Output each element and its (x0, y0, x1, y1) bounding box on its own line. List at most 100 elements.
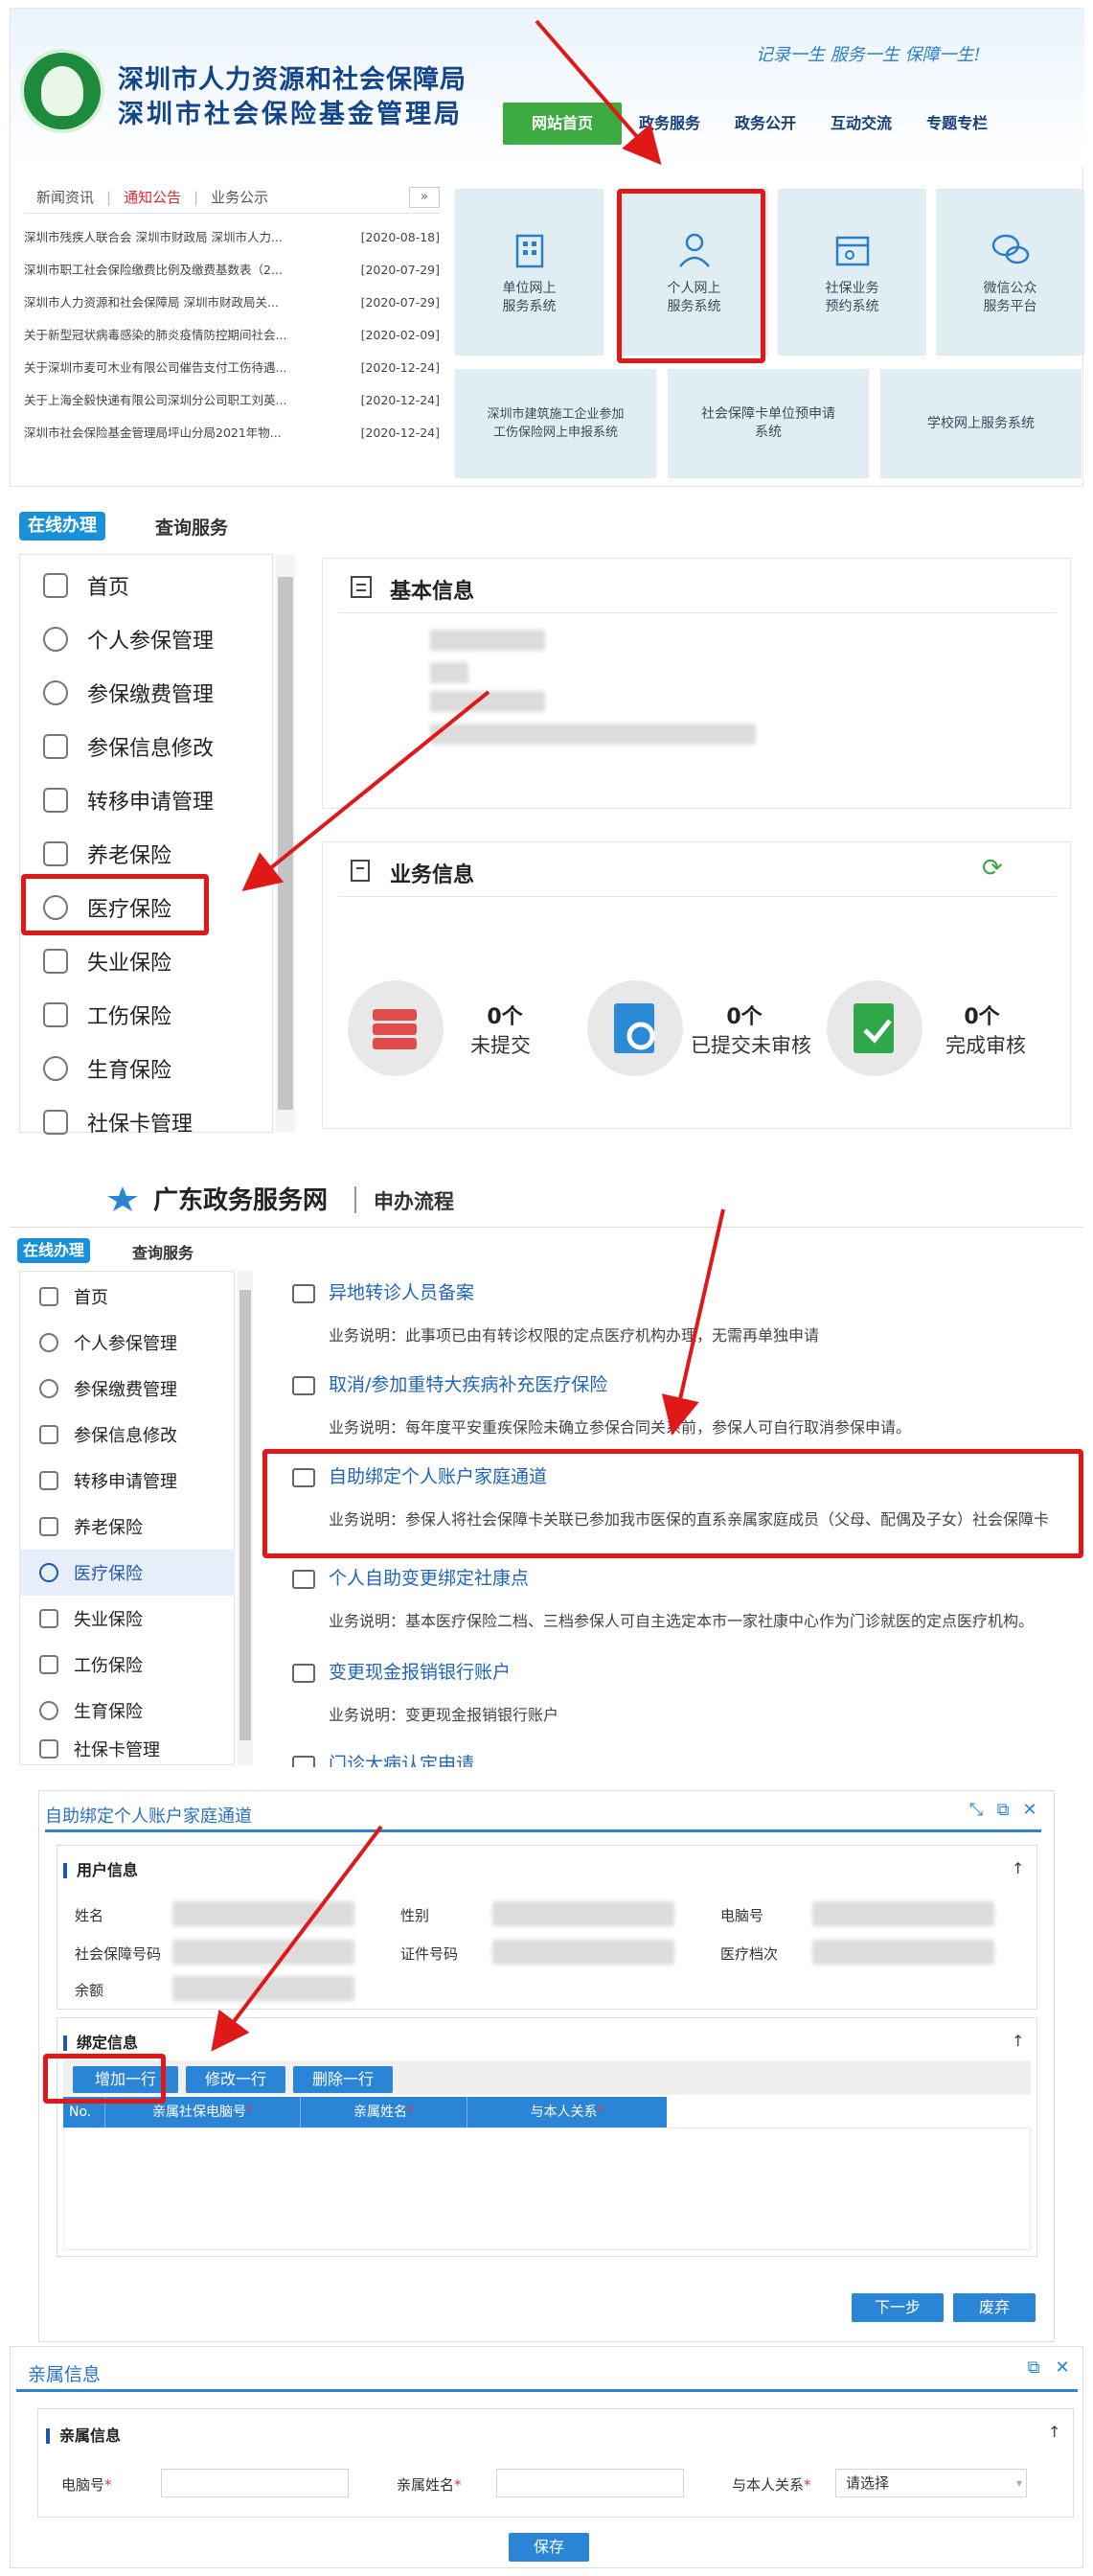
tile-unit-service[interactable]: 单位网上 服务系统 (455, 189, 603, 356)
tab-online[interactable]: 在线办理 (19, 512, 105, 540)
list-item[interactable]: 深圳市职工社会保险缴费比例及缴费基数表（2... [2020-07-29] (24, 254, 440, 287)
sidebar-scrollbar[interactable] (276, 554, 295, 1133)
relative-name-input[interactable] (496, 2469, 684, 2497)
service-title-link[interactable]: 自助绑定个人账户家庭通道 (329, 1462, 547, 1488)
list-item[interactable]: 关于新型冠状病毒感染的肺炎疫情防控期间社会... [2020-02-09] (24, 319, 440, 352)
service-title-link[interactable]: 异地转诊人员备案 (329, 1278, 474, 1304)
tab-news[interactable]: 新闻资讯 (24, 187, 106, 207)
col-no[interactable]: No. (63, 2097, 105, 2128)
col-relative-name[interactable]: 亲属姓名* (301, 2097, 467, 2128)
divider (354, 1186, 356, 1213)
refresh-icon[interactable]: ⟳ (982, 854, 1003, 883)
card-icon (43, 1110, 68, 1135)
more-news-button[interactable]: » (409, 187, 440, 208)
tile-label: 预约系统 (825, 299, 879, 314)
abandon-button[interactable]: 废弃 (953, 2293, 1036, 2322)
tab-notices[interactable]: 通知公告 (111, 187, 194, 207)
service-item-family-binding[interactable]: 自助绑定个人账户家庭通道 业务说明：参保人将社会保障卡关联已参加我市医保的直系亲… (273, 1457, 1083, 1552)
next-step-button[interactable]: 下一步 (852, 2293, 944, 2322)
window-title-bar (16, 2389, 1078, 2392)
scrollbar-thumb[interactable] (278, 577, 293, 1110)
sidebar-item-card[interactable]: 社保卡管理 (20, 1734, 235, 1764)
close-icon[interactable]: ✕ (1053, 2358, 1072, 2378)
service-item[interactable]: 取消/参加重特大疾病补充医疗保险 业务说明：每年度平安重疾保险未确立参保合同关系… (273, 1365, 1083, 1460)
list-item[interactable]: 深圳市人力资源和社会保障局 深圳市财政局关... [2020-07-29] (24, 287, 440, 319)
nav-gov-open[interactable]: 政务公开 (717, 103, 813, 145)
sidebar-item-medical[interactable]: 医疗保险 (20, 881, 260, 934)
list-item[interactable]: 关于深圳市麦可木业有限公司催告支付工伤待遇... [2020-12-24] (24, 352, 440, 384)
popout-icon[interactable]: ⧉ (1024, 2358, 1043, 2378)
sidebar-item-maternity[interactable]: 生育保险 (20, 1688, 235, 1734)
sidebar-item-info-edit[interactable]: 参保信息修改 (20, 1412, 235, 1458)
tile-ssc-unit-apply[interactable]: 社会保障卡单位预申请 系统 (668, 369, 869, 478)
save-button[interactable]: 保存 (509, 2533, 589, 2562)
sidebar-item-transfer[interactable]: 转移申请管理 (20, 1458, 235, 1504)
divider (338, 896, 1057, 897)
edit-row-button[interactable]: 修改一行 (186, 2066, 285, 2093)
service-title-link[interactable]: 取消/参加重特大疾病补充医疗保险 (329, 1370, 607, 1396)
sidebar-item-card[interactable]: 社保卡管理 (20, 1095, 260, 1149)
service-item[interactable]: 变更现金报销银行账户 业务说明：变更现金报销银行账户 (273, 1652, 1083, 1748)
nav-interaction[interactable]: 互动交流 (813, 103, 909, 145)
tab-bulletins[interactable]: 业务公示 (198, 187, 281, 207)
scrollbar-thumb[interactable] (239, 1290, 251, 1740)
collapse-arrow-icon[interactable]: ↑ (1048, 2423, 1060, 2441)
collapse-arrow-icon[interactable]: ↑ (1012, 2032, 1024, 2050)
sidebar-item-home[interactable]: 首页 (20, 559, 260, 612)
pending-review-icon (587, 980, 683, 1076)
service-item[interactable]: 个人自助变更绑定社康点 业务说明：基本医疗保险二档、三档参保人可自主选定本市一家… (273, 1558, 1083, 1654)
tile-personal-service[interactable]: 个人网上 服务系统 (620, 189, 768, 356)
cert-no-label: 证件号码 (400, 1945, 459, 1963)
relation-select[interactable]: 请选择 ▾ (835, 2469, 1027, 2497)
tab-online[interactable]: 在线办理 (17, 1238, 90, 1263)
list-item[interactable]: 关于上海全毅快递有限公司深圳分公司职工刘英... [2020-12-24] (24, 384, 440, 417)
service-item[interactable]: 异地转诊人员备案 业务说明：此事项已由有转诊权限的定点医疗机构办理，无需再单独申… (273, 1273, 1083, 1368)
service-item[interactable]: 门诊大病认定申请 (273, 1744, 1083, 1767)
service-title-link[interactable]: 个人自助变更绑定社康点 (329, 1564, 529, 1590)
sidebar-item-unemployment[interactable]: 失业保险 (20, 1596, 235, 1642)
sidebar-item-pension[interactable]: 养老保险 (20, 1504, 235, 1550)
sidebar-item-personal[interactable]: 个人参保管理 (20, 1320, 235, 1366)
collapse-window-icon[interactable]: ⤡ (967, 1801, 986, 1820)
sidebar-item-injury[interactable]: 工伤保险 (20, 988, 260, 1042)
popout-icon[interactable]: ⧉ (993, 1801, 1013, 1820)
collapse-arrow-icon[interactable]: ↑ (1012, 1859, 1024, 1877)
tab-query[interactable]: 查询服务 (155, 514, 228, 540)
close-icon[interactable]: ✕ (1020, 1801, 1039, 1820)
sidebar-item-medical[interactable]: 医疗保险 (20, 1550, 235, 1596)
sidebar-item-payment[interactable]: 参保缴费管理 (20, 1366, 235, 1412)
service-title-link[interactable]: 变更现金报销银行账户 (329, 1658, 511, 1684)
service-desc: 业务说明：变更现金报销银行账户 (329, 1706, 559, 1724)
tab-query[interactable]: 查询服务 (132, 1240, 194, 1263)
tile-wechat[interactable]: 微信公众 服务平台 (936, 189, 1084, 356)
sidebar-item-label: 医疗保险 (87, 898, 172, 922)
sidebar-scrollbar[interactable] (238, 1271, 253, 1765)
sidebar-item-home[interactable]: 首页 (20, 1274, 235, 1320)
col-relation[interactable]: 与本人关系* (467, 2097, 667, 2128)
nav-gov-services[interactable]: 政务服务 (622, 103, 717, 145)
sidebar-item-payment[interactable]: 参保缴费管理 (20, 666, 260, 720)
list-item[interactable]: 深圳市残疾人联合会 深圳市财政局 深圳市人力... [2020-08-18] (24, 221, 440, 254)
sidebar-item-pension[interactable]: 养老保险 (20, 827, 260, 881)
sidebar-item-personal[interactable]: 个人参保管理 (20, 612, 260, 666)
tile-label: 服务平台 (983, 299, 1037, 314)
pc-no-label: 电脑号 (720, 1907, 764, 1924)
tile-school-service[interactable]: 学校网上服务系统 (880, 369, 1082, 478)
delete-row-button[interactable]: 删除一行 (293, 2066, 393, 2093)
list-item[interactable]: 深圳市社会保险基金管理局坪山分局2021年物... [2020-12-24] (24, 417, 440, 449)
service-title-link[interactable]: 门诊大病认定申请 (329, 1750, 474, 1767)
relative-pc-no-input[interactable] (161, 2469, 349, 2497)
service-desc: 业务说明：参保人将社会保障卡关联已参加我市医保的直系亲属家庭成员（父母、配偶及子… (329, 1510, 1050, 1529)
printer-icon (292, 1468, 315, 1487)
sidebar-item-unemployment[interactable]: 失业保险 (20, 934, 260, 988)
sidebar-item-info-edit[interactable]: 参保信息修改 (20, 720, 260, 773)
add-row-button[interactable]: 增加一行 (73, 2066, 178, 2093)
sidebar-item-maternity[interactable]: 生育保险 (20, 1042, 260, 1095)
tile-construction-injury[interactable]: 深圳市建筑施工企业参加 工伤保险网上申报系统 (455, 369, 656, 478)
tile-appointment[interactable]: 社保业务 预约系统 (778, 189, 926, 356)
nav-topics[interactable]: 专题专栏 (909, 103, 1005, 145)
sidebar-item-injury[interactable]: 工伤保险 (20, 1642, 235, 1688)
sidebar-item-transfer[interactable]: 转移申请管理 (20, 773, 260, 827)
nav-home[interactable]: 网站首页 (503, 103, 623, 145)
col-relative-pc-no[interactable]: 亲属社保电脑号* (105, 2097, 301, 2128)
